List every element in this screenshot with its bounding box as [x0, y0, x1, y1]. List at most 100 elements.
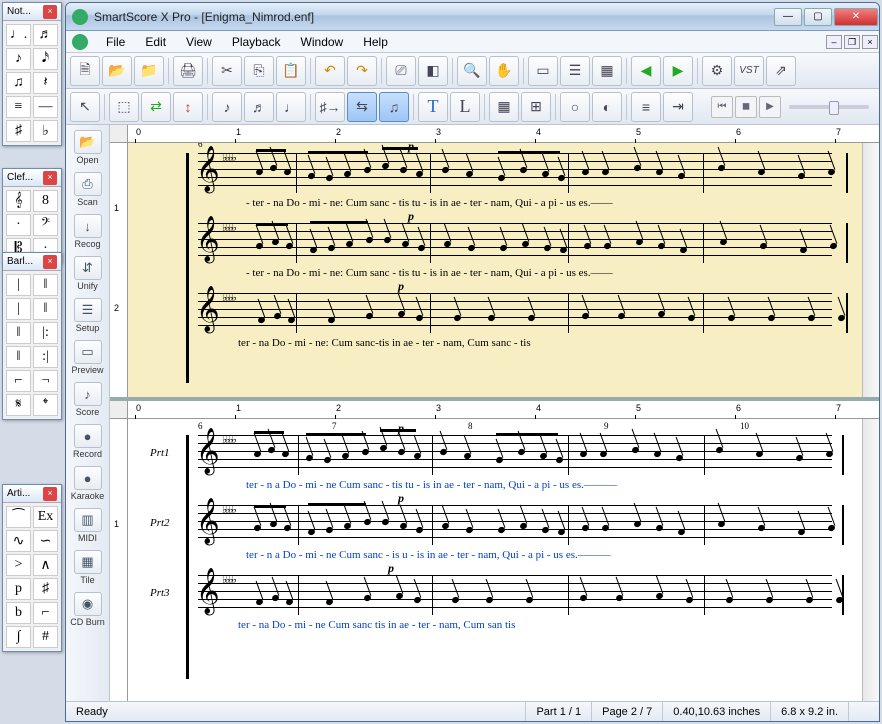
palette-arti-cell-5[interactable]: ∧ — [33, 554, 58, 576]
palette-barl-cell-3[interactable]: ‖ — [33, 298, 58, 320]
close-button[interactable]: ✕ — [834, 8, 878, 26]
palette-clef-cell-0[interactable]: 𝄞 — [6, 190, 31, 212]
palette-arti-cell-0[interactable]: ⁀ — [6, 506, 31, 528]
palette-notes-cell-7[interactable]: — — [33, 96, 58, 118]
close-icon[interactable]: × — [43, 255, 57, 269]
tie-button[interactable]: ⇆ — [347, 92, 377, 122]
page-score[interactable]: Prt1 6 7 8 9 10 𝄞 ♭♭♭♭ p — [128, 419, 862, 701]
menu-file[interactable]: File — [96, 33, 135, 51]
pane-score[interactable]: 1 Prt1 6 7 8 9 10 𝄞 ♭♭♭♭ — [110, 419, 879, 701]
palette-barl-cell-10[interactable]: 𝄋 — [6, 394, 31, 416]
palette-arti-cell-8[interactable]: b — [6, 602, 31, 624]
region-select-button[interactable]: ⬚ — [109, 92, 139, 122]
sidebar-recog-button[interactable]: ↓Recog — [68, 211, 108, 252]
spacing-button[interactable]: ⇥ — [663, 92, 693, 122]
guitar-chord-button[interactable]: ▦ — [489, 92, 519, 122]
palette-arti-cell-3[interactable]: ∽ — [33, 530, 58, 552]
palette-notes-cell-9[interactable]: ♭ — [33, 120, 58, 142]
scrollbar-top-vertical[interactable] — [862, 143, 879, 397]
paste-button[interactable]: 📋 — [276, 56, 306, 86]
stop-button[interactable]: ◼ — [735, 96, 757, 118]
sixteenth-note-button[interactable]: ♬ — [244, 92, 274, 122]
save-file-button[interactable]: 📁 — [134, 56, 164, 86]
page-view-button[interactable]: ▭ — [528, 56, 558, 86]
close-icon[interactable]: × — [43, 5, 57, 19]
undo-button[interactable]: ↶ — [315, 56, 345, 86]
mdi-close-button[interactable]: × — [862, 35, 878, 49]
page-scanned-image[interactable]: 6 𝄞 ♭♭♭♭ p — [128, 143, 862, 397]
beam-button[interactable]: ♫ — [379, 92, 409, 122]
palette-notes-cell-8[interactable]: ♯ — [6, 120, 31, 142]
sidebar-setup-button[interactable]: ☰Setup — [68, 295, 108, 336]
recognize-button[interactable]: ◧ — [418, 56, 448, 86]
sidebar-open-button[interactable]: 📂Open — [68, 127, 108, 168]
sidebar-scan-button[interactable]: ⎙Scan — [68, 169, 108, 210]
menu-playback[interactable]: Playback — [222, 33, 291, 51]
mdi-minimize-button[interactable]: – — [826, 35, 842, 49]
title-bar[interactable]: SmartScore X Pro - [Enigma_Nimrod.enf] —… — [66, 3, 879, 31]
sidebar-karaoke-button[interactable]: ●Karaoke — [68, 463, 108, 504]
palette-notes[interactable]: Not...× ♩.♬♪𝅘𝅥𝅯♫𝄽≡—♯♭ — [2, 2, 62, 146]
palette-notes-cell-5[interactable]: 𝄽 — [33, 72, 58, 94]
drum-button[interactable]: ◐ — [592, 92, 622, 122]
chord-symbol-button[interactable]: ⊞ — [521, 92, 551, 122]
lyrics-bot-1[interactable]: ter - n a Do - mi - ne Cum sanc - tis tu… — [246, 479, 617, 491]
palette-clef[interactable]: Clef...× 𝄞8·𝄢𝄡· — [2, 168, 62, 264]
redo-button[interactable]: ↷ — [347, 56, 377, 86]
palette-arti-cell-11[interactable]: # — [33, 626, 58, 648]
menu-window[interactable]: Window — [291, 33, 354, 51]
palette-notes-cell-2[interactable]: ♪ — [6, 48, 31, 70]
menu-edit[interactable]: Edit — [135, 33, 176, 51]
prev-page-button[interactable]: ◀ — [631, 56, 661, 86]
palette-arti-cell-10[interactable]: ∫ — [6, 626, 31, 648]
copy-button[interactable]: ⎘ — [244, 56, 274, 86]
sidebar-preview-button[interactable]: ▭Preview — [68, 337, 108, 378]
open-file-button[interactable]: 📂 — [102, 56, 132, 86]
lyrics-bot-3[interactable]: ter - na Do - mi - ne Cum sanc tis in ae… — [238, 619, 515, 631]
palette-barl-cell-11[interactable]: 𝄌 — [33, 394, 58, 416]
text-tool-button[interactable]: T — [418, 92, 448, 122]
maximize-button[interactable]: ▢ — [804, 8, 832, 26]
palette-barl-cell-7[interactable]: :| — [33, 346, 58, 368]
palette-barlines[interactable]: Barl...× |‖|‖‖|:‖:|⌐¬𝄋𝄌 — [2, 252, 62, 420]
play-button[interactable]: ▶ — [759, 96, 781, 118]
rewind-button[interactable]: ⏮ — [711, 96, 733, 118]
palette-articulations[interactable]: Arti...× ⁀Ex∿∽>∧p♯b⌐∫# — [2, 484, 62, 652]
palette-notes-cell-1[interactable]: ♬ — [33, 24, 58, 46]
palette-arti-cell-2[interactable]: ∿ — [6, 530, 31, 552]
sidebar-tile-button[interactable]: ▦Tile — [68, 547, 108, 588]
new-file-button[interactable]: 🗎 — [70, 56, 100, 86]
eighth-note-button[interactable]: ♪ — [212, 92, 242, 122]
note-tool-button[interactable]: ♩ — [276, 92, 306, 122]
status-resize-grip[interactable] — [849, 702, 879, 721]
vst-button[interactable]: VST — [734, 56, 764, 86]
tempo-slider[interactable] — [789, 105, 869, 109]
close-icon[interactable]: × — [43, 487, 57, 501]
percussion-button[interactable]: ○ — [560, 92, 590, 122]
palette-barl-cell-6[interactable]: ‖ — [6, 346, 31, 368]
export-button[interactable]: ⇗ — [766, 56, 796, 86]
palette-clef-cell-1[interactable]: 8 — [33, 190, 58, 212]
palette-barl-cell-8[interactable]: ⌐ — [6, 370, 31, 392]
hand-tool-button[interactable]: ✋ — [489, 56, 519, 86]
sidebar-midi-button[interactable]: ▥MIDI — [68, 505, 108, 546]
palette-barl-cell-0[interactable]: | — [6, 274, 31, 296]
transpose-button[interactable]: ↕ — [173, 92, 203, 122]
cut-button[interactable]: ✂ — [212, 56, 242, 86]
sidebar-record-button[interactable]: ●Record — [68, 421, 108, 462]
lyrics-bot-2[interactable]: ter - n a Do - mi - ne Cum sanc - is u -… — [246, 549, 611, 561]
palette-arti-cell-7[interactable]: ♯ — [33, 578, 58, 600]
sidebar-cd burn-button[interactable]: ◉CD Burn — [68, 589, 108, 630]
mixer-button[interactable]: ⚙ — [702, 56, 732, 86]
palette-clef-cell-2[interactable]: · — [6, 214, 31, 236]
palette-arti-cell-4[interactable]: > — [6, 554, 31, 576]
tile-view-button[interactable]: ▦ — [592, 56, 622, 86]
pane-scanned[interactable]: 1 2 6 𝄞 ♭♭♭♭ p — [110, 143, 879, 397]
sidebar-unify-button[interactable]: ⇵Unify — [68, 253, 108, 294]
lyric-tool-button[interactable]: L — [450, 92, 480, 122]
palette-notes-cell-4[interactable]: ♫ — [6, 72, 31, 94]
palette-barl-cell-9[interactable]: ¬ — [33, 370, 58, 392]
sidebar-score-button[interactable]: ♪Score — [68, 379, 108, 420]
scrollbar-bottom-vertical[interactable] — [862, 419, 879, 701]
print-button[interactable]: 🖨 — [173, 56, 203, 86]
